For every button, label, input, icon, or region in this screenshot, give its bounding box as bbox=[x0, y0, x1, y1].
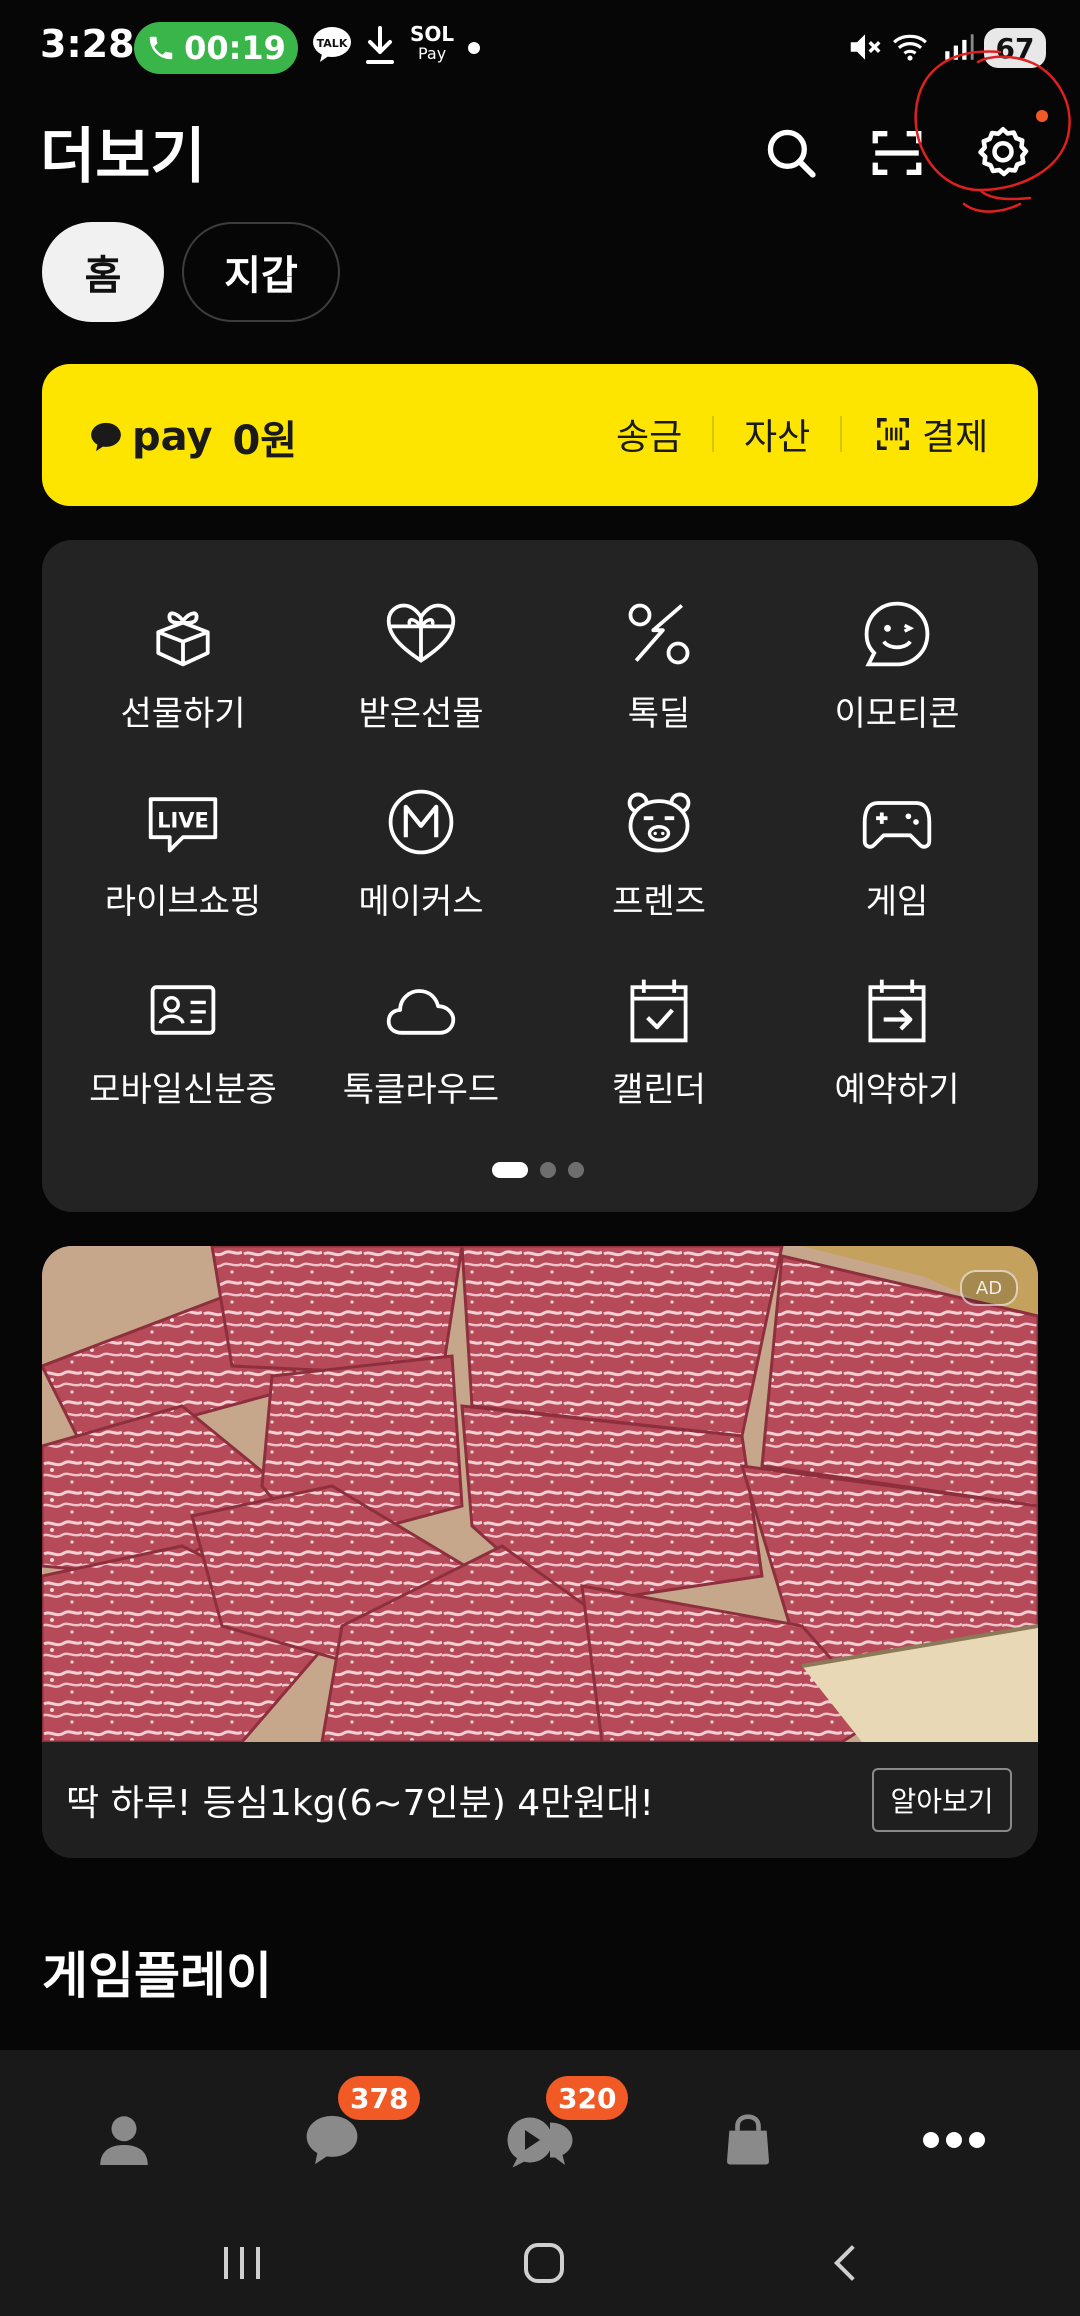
more-notifications-dot-icon bbox=[468, 42, 480, 54]
service-label: 게임 bbox=[865, 882, 929, 922]
gift-box-icon bbox=[156, 611, 210, 667]
page-title: 더보기 bbox=[40, 122, 206, 192]
search-button[interactable] bbox=[756, 118, 826, 188]
calendar-check-icon bbox=[630, 979, 688, 1043]
call-timer: 00:19 bbox=[184, 29, 286, 67]
payment-label: 결제 bbox=[922, 417, 989, 458]
nav-friends[interactable] bbox=[64, 2090, 184, 2190]
back-icon bbox=[833, 2245, 855, 2281]
status-time: 3:28 bbox=[40, 22, 135, 66]
red-circle-annotation bbox=[914, 50, 1071, 213]
calendar-arrow-icon bbox=[868, 979, 926, 1043]
friends-bear-icon bbox=[627, 792, 691, 853]
service-label: 선물하기 bbox=[120, 694, 246, 734]
assets-link[interactable]: 자산 bbox=[744, 408, 810, 460]
cloud-icon bbox=[386, 989, 456, 1035]
makers-icon bbox=[388, 789, 454, 855]
transfer-link[interactable]: 송금 bbox=[616, 408, 682, 460]
service-game[interactable]: 게임 bbox=[778, 784, 1016, 954]
assets-label: 자산 bbox=[744, 417, 811, 458]
service-label: 라이브쇼핑 bbox=[104, 882, 262, 922]
gamepad-icon bbox=[862, 801, 932, 849]
transfer-label: 송금 bbox=[616, 417, 683, 458]
service-reservation[interactable]: 예약하기 bbox=[778, 972, 1016, 1142]
nav-shopping[interactable] bbox=[688, 2090, 808, 2190]
recent-apps-button[interactable] bbox=[192, 2218, 292, 2308]
bottom-navigation: 378 320 bbox=[0, 2050, 1080, 2316]
tab-wallet[interactable]: 지갑 bbox=[182, 222, 340, 322]
service-emoticon[interactable]: 이모티콘 bbox=[778, 596, 1016, 766]
pay-balance[interactable]: pay 0원 bbox=[88, 408, 297, 466]
ad-badge: AD bbox=[960, 1270, 1018, 1306]
service-label: 프렌즈 bbox=[612, 882, 706, 922]
search-icon bbox=[767, 129, 816, 178]
more-dots-icon bbox=[923, 2132, 985, 2148]
service-friends[interactable]: 프렌즈 bbox=[540, 784, 778, 954]
service-makers[interactable]: 메이커스 bbox=[302, 784, 540, 954]
service-label: 톡딜 bbox=[627, 694, 691, 734]
chat-bubble-icon bbox=[306, 2115, 358, 2165]
pay-amount: 0원 bbox=[232, 418, 298, 464]
live-bubble-icon: LIVE bbox=[148, 797, 218, 853]
chats-unread-badge: 378 bbox=[338, 2076, 421, 2120]
home-button[interactable] bbox=[494, 2218, 594, 2308]
service-mobile-id[interactable]: 모바일신분증 bbox=[64, 972, 302, 1142]
service-calendar[interactable]: 캘린더 bbox=[540, 972, 778, 1142]
marbled-beef-illustration bbox=[42, 1246, 1038, 1742]
section-title: 게임플레이 bbox=[42, 1947, 272, 2005]
pay-brand: pay bbox=[132, 414, 213, 460]
back-button[interactable] bbox=[796, 2218, 896, 2308]
learn-more-button[interactable]: 알아보기 bbox=[872, 1768, 1012, 1832]
service-label: 메이커스 bbox=[358, 882, 484, 922]
heart-gift-icon bbox=[386, 603, 456, 663]
id-card-icon bbox=[150, 985, 216, 1035]
page-dot bbox=[540, 1162, 556, 1178]
divider bbox=[840, 416, 842, 452]
service-live-shopping[interactable]: LIVE 라이브쇼핑 bbox=[64, 784, 302, 954]
open-chat-unread-badge: 320 bbox=[546, 2076, 629, 2120]
recent-apps-icon bbox=[224, 2247, 260, 2279]
sol-pay-top: SOL bbox=[410, 22, 455, 46]
service-label: 이모티콘 bbox=[834, 694, 960, 734]
service-gift[interactable]: 선물하기 bbox=[64, 596, 302, 766]
ad-headline[interactable]: 딱 하루! 등심1kg(6~7인분) 4만원대! bbox=[66, 1774, 654, 1826]
service-label: 예약하기 bbox=[834, 1070, 960, 1110]
service-talk-cloud[interactable]: 톡클라우드 bbox=[302, 972, 540, 1142]
nav-more[interactable] bbox=[894, 2090, 1014, 2190]
shopping-bag-icon bbox=[727, 2114, 769, 2165]
smiley-icon bbox=[864, 601, 930, 667]
tab-home[interactable]: 홈 bbox=[42, 222, 164, 322]
mute-icon bbox=[846, 28, 884, 70]
sol-pay-icon: SOL Pay bbox=[410, 24, 454, 64]
pay-banner[interactable]: pay 0원 송금 자산 결제 bbox=[42, 364, 1038, 506]
page-dot-active bbox=[492, 1162, 528, 1178]
ad-card[interactable]: AD 딱 하루! 등심1kg(6~7인분) 4만원대! 알아보기 bbox=[42, 1246, 1038, 1858]
talk-notification-icon: TALK bbox=[312, 24, 352, 68]
service-talk-deal[interactable]: 톡딜 bbox=[540, 596, 778, 766]
person-icon bbox=[100, 2116, 148, 2165]
call-timer-pill[interactable]: 00:19 bbox=[134, 22, 298, 74]
home-icon bbox=[524, 2243, 564, 2283]
service-label: 톡클라우드 bbox=[342, 1070, 500, 1110]
service-label: 받은선물 bbox=[358, 694, 484, 734]
download-icon bbox=[362, 24, 398, 72]
phone-icon bbox=[149, 36, 173, 60]
service-label: 모바일신분증 bbox=[89, 1070, 277, 1110]
payment-link[interactable]: 결제 bbox=[874, 408, 988, 460]
page-indicator bbox=[492, 1162, 584, 1178]
kakao-bubble-icon bbox=[91, 422, 121, 452]
sol-pay-bottom: Pay bbox=[417, 44, 447, 63]
beef-ad-image[interactable]: AD bbox=[42, 1246, 1038, 1742]
talk-label: TALK bbox=[317, 37, 348, 50]
live-icon-text: LIVE bbox=[157, 809, 209, 833]
scan-pay-icon bbox=[877, 418, 909, 450]
service-label: 캘린더 bbox=[612, 1070, 706, 1110]
page-dot bbox=[568, 1162, 584, 1178]
service-received-gift[interactable]: 받은선물 bbox=[302, 596, 540, 766]
divider bbox=[712, 416, 714, 452]
percent-deal-icon bbox=[628, 603, 690, 665]
services-grid: 선물하기 받은선물 톡딜 이모티콘 LIVE 라이브쇼핑 메이커스 프렌즈 게임… bbox=[42, 540, 1038, 1212]
